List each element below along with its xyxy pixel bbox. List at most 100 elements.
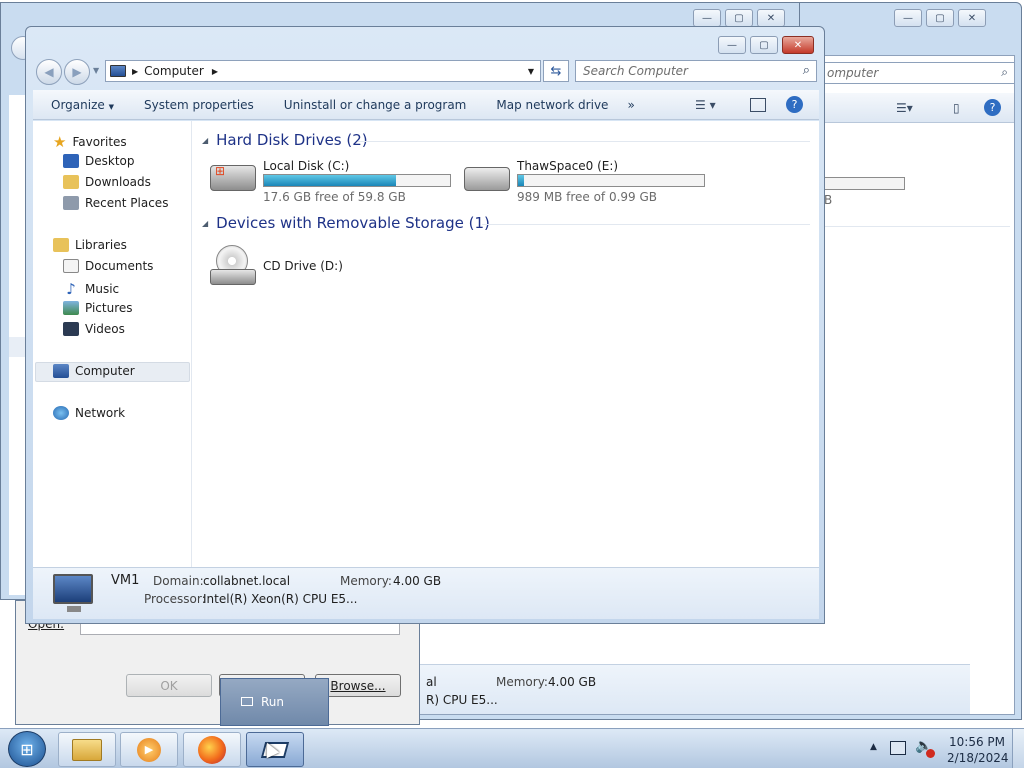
domain-value: collabnet.local: [203, 574, 291, 588]
minimize-button[interactable]: —: [718, 36, 746, 54]
hard-disk-group-header[interactable]: ◢ Hard Disk Drives (2): [202, 131, 368, 149]
nav-music[interactable]: ♪ Music: [63, 280, 119, 298]
taskbar-explorer-button[interactable]: [58, 732, 116, 767]
drive-item-c[interactable]: ⊞ Local Disk (C:) 17.6 GB free of 59.8 G…: [210, 159, 460, 204]
processor-label: Processor:: [144, 592, 206, 606]
drive-c-free-space: 17.6 GB free of 59.8 GB: [263, 190, 406, 204]
nav-downloads[interactable]: Downloads: [63, 175, 151, 189]
drive-e-name: ThawSpace0 (E:): [517, 159, 619, 173]
run-icon: [241, 697, 253, 706]
minimize-button[interactable]: —: [693, 9, 721, 27]
show-desktop-button[interactable]: [1012, 729, 1024, 768]
background-drive-free: B: [824, 193, 833, 207]
organize-button[interactable]: Organize ▼: [33, 98, 129, 112]
system-properties-button[interactable]: System properties: [129, 98, 269, 112]
back-button[interactable]: ◀: [36, 59, 62, 85]
folder-icon: [72, 738, 102, 761]
forward-button[interactable]: ▶: [64, 59, 90, 85]
nav-desktop[interactable]: Desktop: [63, 154, 135, 168]
windows-drive-icon: ⊞: [210, 164, 256, 191]
taskbar-media-player-button[interactable]: ▶: [120, 732, 178, 767]
nav-favorites-label: Favorites: [72, 135, 127, 149]
computer-large-icon: [53, 574, 93, 604]
ok-label: OK: [160, 678, 178, 693]
breadcrumb-separator-icon[interactable]: ▶: [212, 67, 218, 76]
view-options-icon[interactable]: ☰ ▾: [695, 98, 716, 112]
nav-libraries-label: Libraries: [75, 238, 127, 252]
background-group-line: [815, 226, 1010, 227]
minimize-button[interactable]: —: [894, 9, 922, 27]
memory-value: 4.00 GB: [393, 574, 442, 588]
map-network-drive-button[interactable]: Map network drive: [481, 98, 623, 112]
close-button[interactable]: ✕: [782, 36, 814, 54]
run-thumbnail-popup[interactable]: Run: [220, 678, 329, 726]
help-icon[interactable]: ?: [984, 99, 1001, 116]
show-hidden-icons-button[interactable]: ▲: [870, 742, 877, 752]
breadcrumb-computer[interactable]: Computer: [144, 64, 204, 78]
removable-group-header[interactable]: ◢ Devices with Removable Storage (1): [202, 214, 490, 232]
background-domain-partial: al: [426, 675, 437, 689]
clock-time[interactable]: 10:56 PM: [949, 735, 1005, 749]
nav-pictures-label: Pictures: [85, 301, 133, 315]
background-memory-label: Memory:: [496, 675, 548, 689]
libraries-icon: [53, 238, 69, 252]
run-popup-label: Run: [261, 695, 285, 709]
preview-pane-icon[interactable]: ▯: [953, 101, 960, 115]
nav-computer[interactable]: Computer: [53, 364, 135, 378]
start-button[interactable]: ⊞: [8, 731, 46, 767]
drive-c-usage-fill: [264, 175, 397, 186]
background-details-pane: al Memory: 4.00 GB R) CPU E5...: [420, 664, 970, 714]
browse-label: Browse...: [330, 678, 386, 693]
computer-icon: [110, 65, 126, 77]
nav-recent-label: Recent Places: [85, 196, 169, 210]
computer-window: — ▢ ✕ ◀ ▶ ▼ ▶ Computer ▶ ▼ ⇆ Search Comp…: [25, 26, 825, 624]
recent-pages-chevron-icon[interactable]: ▼: [93, 66, 99, 75]
nav-computer-label: Computer: [75, 364, 135, 378]
navigation-pane: ★ Favorites Desktop Downloads Recent Plac…: [33, 121, 192, 567]
uninstall-program-button[interactable]: Uninstall or change a program: [269, 98, 482, 112]
nav-favorites[interactable]: ★ Favorites: [53, 133, 127, 151]
nav-libraries[interactable]: Libraries: [53, 238, 127, 252]
nav-videos[interactable]: Videos: [63, 322, 125, 336]
nav-downloads-label: Downloads: [85, 175, 151, 189]
taskbar-firefox-button[interactable]: [183, 732, 241, 767]
refresh-button[interactable]: ⇆: [543, 60, 569, 82]
windows-logo-icon: ⊞: [20, 739, 34, 759]
nav-music-label: Music: [85, 282, 120, 296]
drive-item-e[interactable]: ThawSpace0 (E:) 989 MB free of 0.99 GB: [464, 159, 714, 204]
drive-e-usage-bar: [517, 174, 705, 187]
maximize-button[interactable]: ▢: [750, 36, 778, 54]
computer-stand-icon: [67, 606, 81, 612]
network-icon: [53, 406, 69, 420]
downloads-icon: [63, 175, 79, 189]
star-icon: ★: [53, 133, 67, 151]
drive-item-d[interactable]: CD Drive (D:): [210, 245, 350, 289]
close-button[interactable]: ✕: [757, 9, 785, 27]
background-processor-partial: R) CPU E5...: [426, 693, 498, 707]
drive-c-name: Local Disk (C:): [263, 159, 350, 173]
taskbar: ⊞ ▶ ▲ 🔈 10:56 PM 2/18/2024: [0, 728, 1024, 768]
nav-recent-places[interactable]: Recent Places: [63, 196, 168, 210]
search-input[interactable]: Search Computer ⌕: [575, 60, 817, 82]
background-search-input[interactable]: omputer ⌕: [819, 62, 1015, 84]
network-tray-icon[interactable]: [890, 741, 906, 755]
removable-group-label: Devices with Removable Storage (1): [216, 214, 490, 232]
address-bar[interactable]: ▶ Computer ▶ ▼: [105, 60, 541, 82]
removable-group-line: [482, 224, 810, 225]
view-options-icon[interactable]: ☰▾: [896, 101, 913, 115]
preview-pane-icon[interactable]: [750, 97, 766, 112]
nav-pictures[interactable]: Pictures: [63, 301, 133, 315]
ok-button[interactable]: OK: [126, 674, 212, 697]
drive-c-usage-bar: [263, 174, 451, 187]
maximize-button[interactable]: ▢: [725, 9, 753, 27]
nav-network[interactable]: Network: [53, 406, 125, 420]
desktop-icon: [63, 154, 79, 168]
maximize-button[interactable]: ▢: [926, 9, 954, 27]
clock-date[interactable]: 2/18/2024: [947, 751, 1009, 765]
close-button[interactable]: ✕: [958, 9, 986, 27]
cd-drive-icon: [210, 245, 256, 287]
more-commands-button[interactable]: »: [623, 98, 649, 112]
help-icon[interactable]: ?: [786, 96, 803, 113]
nav-documents[interactable]: Documents: [63, 259, 153, 273]
address-dropdown-icon[interactable]: ▼: [528, 67, 534, 76]
